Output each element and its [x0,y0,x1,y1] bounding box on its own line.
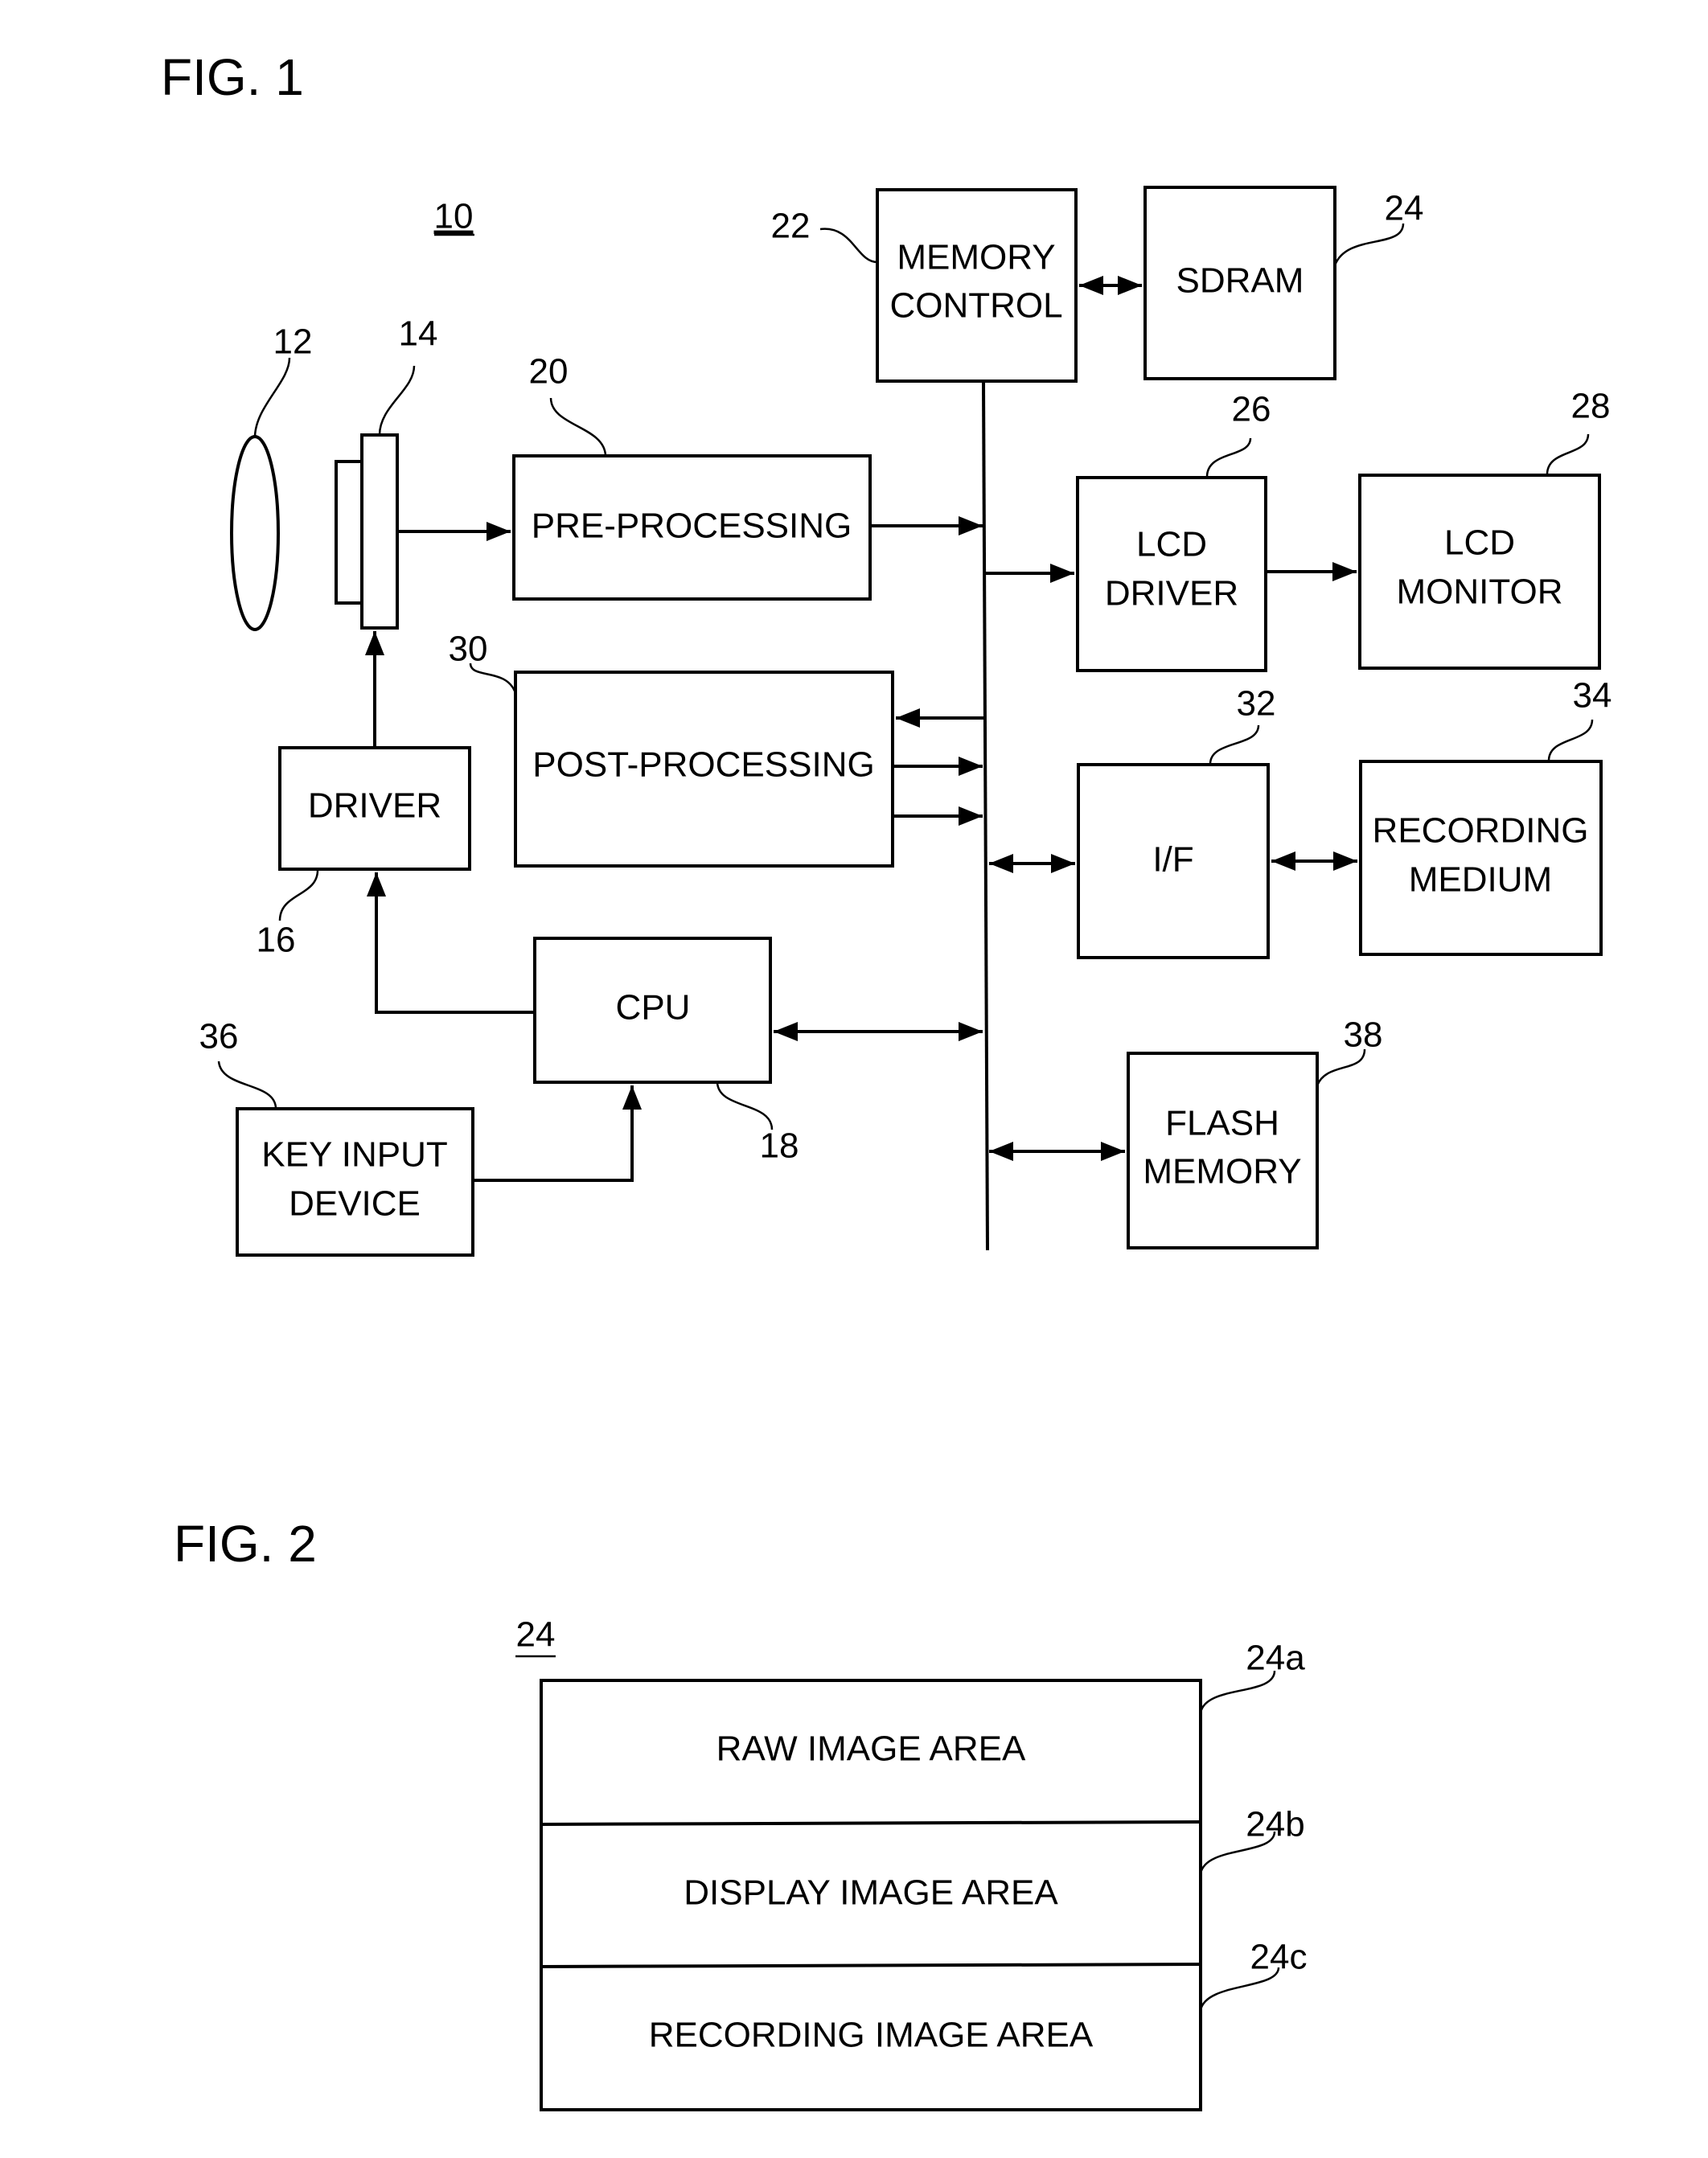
device-ref-label: 10 [434,197,474,236]
image-sensor-leader [378,365,416,436]
memory-control-label-line2: CONTROL [889,286,1062,326]
driver-label: DRIVER [308,786,441,826]
cpu-to-driver-arrow [367,872,535,1014]
lcd-driver-label-line2: DRIVER [1105,574,1238,613]
memory-map-ref: 24 [516,1615,556,1655]
key-input-device-leader [217,1061,277,1110]
sdram-label: SDRAM [1176,261,1304,301]
cpu-ref: 18 [760,1126,799,1166]
interface-ref: 32 [1237,684,1276,724]
driver-ref: 16 [257,921,296,960]
post-processing-ref: 30 [449,630,488,669]
lcd-monitor-label-line1: LCD [1444,523,1515,563]
sdram-leader [1333,223,1405,266]
flash-memory-block: FLASH MEMORY 38 [1127,1015,1383,1249]
flash-memory-leader [1316,1048,1366,1086]
pre-processing-leader [549,397,607,457]
flash-memory-ref: 38 [1344,1015,1383,1055]
image-sensor: 14 [335,314,438,630]
lcd-driver-block: LCD DRIVER 26 [1076,390,1271,672]
memory-area-ref: 24c [1250,1938,1308,1977]
key-input-device-ref: 36 [199,1017,239,1056]
lens: 12 [230,322,313,631]
recording-medium-block: RECORDING MEDIUM 34 [1359,676,1612,956]
cpu-label: CPU [616,988,691,1028]
post-processing-block: POST-PROCESSING 30 [449,630,894,868]
sdram-ref: 24 [1385,189,1424,228]
image-sensor-ref: 14 [399,314,438,354]
lcd-driver-leader [1205,437,1252,478]
lcd-monitor-ref: 28 [1571,387,1611,426]
key-input-to-cpu-arrow [473,1085,642,1182]
memory-control-ref: 22 [771,207,811,246]
flash-memory-label-line2: MEMORY [1143,1152,1301,1192]
driver-block: DRIVER 16 [257,746,471,960]
recording-medium-ref: 34 [1573,676,1612,716]
interface-block: I/F 32 [1077,684,1276,959]
key-input-device-label-line1: KEY INPUT [261,1135,447,1175]
lens-icon [230,435,280,631]
interface-label: I/F [1152,840,1193,880]
pre-processing-block: PRE-PROCESSING 20 [512,352,872,601]
sdram-block: SDRAM 24 [1143,186,1424,380]
lcd-driver-label-line1: LCD [1136,525,1207,564]
image-sensor-back [335,460,363,605]
lcd-monitor-label-line2: MONITOR [1397,572,1563,612]
system-bus [982,380,989,1251]
lcd-driver-ref: 26 [1232,390,1271,429]
recording-medium-label-line2: MEDIUM [1409,860,1552,900]
memory-control-label-line1: MEMORY [897,238,1055,277]
key-input-device-block: KEY INPUT DEVICE 36 [199,1017,474,1257]
lens-leader [253,357,291,437]
patent-figures: FIG. 1 10 12 14 PRE-PROCESSING 20 MEMORY… [161,48,1612,2111]
memory-area-ref: 24b [1246,1805,1304,1844]
lens-ref: 12 [273,322,313,362]
key-input-device-label-line2: DEVICE [289,1184,421,1224]
recording-medium-label-line1: RECORDING [1373,811,1589,851]
key-input-device-box [236,1107,474,1257]
recording-medium-box [1359,760,1603,956]
memory-area-label: RECORDING IMAGE AREA [649,2016,1094,2055]
memory-area-label: RAW IMAGE AREA [716,1729,1026,1769]
memory-map: RAW IMAGE AREA 24a DISPLAY IMAGE AREA 24… [540,1639,1308,2111]
pre-processing-label: PRE-PROCESSING [532,507,852,546]
fig2-title: FIG. 2 [174,1515,317,1573]
fig1-title: FIG. 1 [161,48,304,106]
cpu-leader [716,1081,774,1130]
recording-medium-leader [1547,719,1594,762]
flash-memory-label-line1: FLASH [1165,1104,1279,1143]
flash-memory-box [1127,1052,1319,1249]
driver-leader [278,868,319,921]
pre-processing-ref: 20 [529,352,569,392]
cpu-block: CPU 18 [533,937,799,1166]
memory-area-label: DISPLAY IMAGE AREA [684,1873,1058,1913]
lcd-monitor-leader [1546,433,1590,476]
memory-area-ref: 24a [1246,1639,1305,1678]
image-sensor-front [360,433,399,630]
memory-control-leader [819,228,878,264]
interface-leader [1209,724,1260,765]
post-processing-label: POST-PROCESSING [532,745,874,785]
memory-control-block: MEMORY CONTROL 22 [771,188,1078,383]
lcd-monitor-block: LCD MONITOR 28 [1358,387,1611,670]
